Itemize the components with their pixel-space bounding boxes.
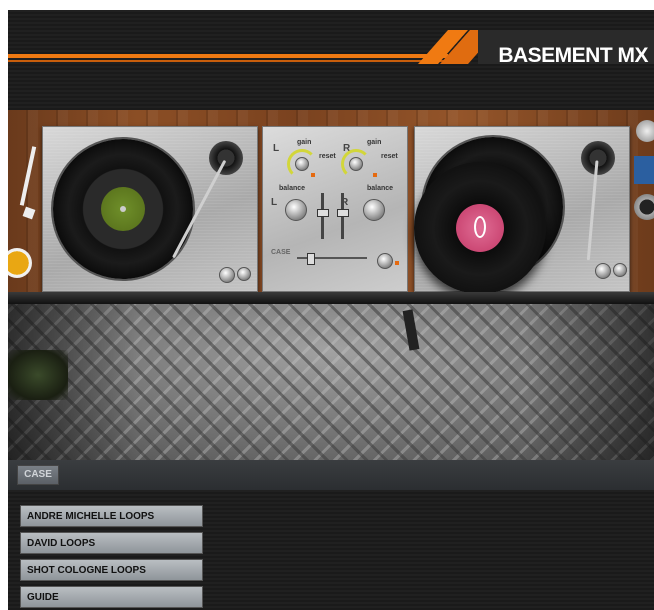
right-volume-fader[interactable] (337, 209, 349, 217)
lens-prop-icon (634, 194, 654, 220)
right-gain-knob[interactable] (349, 157, 363, 171)
accent-stripe-thin (8, 60, 448, 62)
menu-item-andre-michelle-loops[interactable]: ANDRE MICHELLE LOOPS (20, 505, 203, 527)
left-reset-led[interactable] (311, 173, 315, 177)
knob-prop-icon (636, 120, 654, 142)
left-reset-label: reset (319, 153, 336, 160)
right-speed-knob[interactable] (613, 263, 627, 277)
header: BASEMENT MX (8, 10, 654, 110)
cd-case-icon (634, 156, 654, 184)
dragged-record[interactable] (414, 162, 546, 294)
right-balance-label: balance (367, 185, 394, 192)
menu-item-shot-cologne-loops[interactable]: SHOT COLOGNE LOOPS (20, 559, 203, 581)
right-reset-led[interactable] (373, 173, 377, 177)
left-speed-knob[interactable] (237, 267, 251, 281)
brand-title: BASEMENT MX (498, 44, 648, 67)
menu-item-guide[interactable]: GUIDE (20, 586, 203, 608)
crossfader[interactable] (307, 253, 315, 265)
headphone-knob[interactable] (377, 253, 393, 269)
table-edge (8, 292, 654, 304)
left-channel-label: L (273, 143, 280, 154)
menu-item-david-loops[interactable]: DAVID LOOPS (20, 532, 203, 554)
headphone-led (395, 261, 399, 265)
case-bar: CASE (8, 460, 654, 490)
crossfader-label: CASE (271, 249, 291, 256)
right-reset-label: reset (381, 153, 398, 160)
left-start-knob[interactable] (219, 267, 235, 283)
right-tonearm-base (581, 141, 615, 175)
accent-stripe (8, 54, 448, 58)
left-gain-knob[interactable] (295, 157, 309, 171)
left-gain-label: gain (297, 139, 312, 146)
left-spindle (120, 206, 126, 212)
right-balance-knob[interactable] (363, 199, 385, 221)
left-volume-fader[interactable] (317, 209, 329, 217)
mixer: L R gain gain reset reset balance balanc… (262, 126, 408, 292)
dj-stage: L R gain gain reset reset balance balanc… (8, 110, 654, 460)
left-balance-knob[interactable] (285, 199, 307, 221)
right-gain-label: gain (367, 139, 382, 146)
loops-panel: ANDRE MICHELLE LOOPS DAVID LOOPS SHOT CO… (8, 490, 654, 610)
case-button[interactable]: CASE (17, 465, 59, 485)
left-turntable[interactable] (42, 126, 258, 292)
record-logo-icon (474, 216, 486, 238)
right-start-knob[interactable] (595, 263, 611, 279)
left-tonearm-base (209, 141, 243, 175)
left-balance-l: L (271, 197, 278, 208)
left-balance-label: balance (279, 185, 306, 192)
app-frame: BASEMENT MX L R gain gain reset reset ba… (8, 10, 654, 610)
plant-prop-icon (8, 350, 68, 400)
